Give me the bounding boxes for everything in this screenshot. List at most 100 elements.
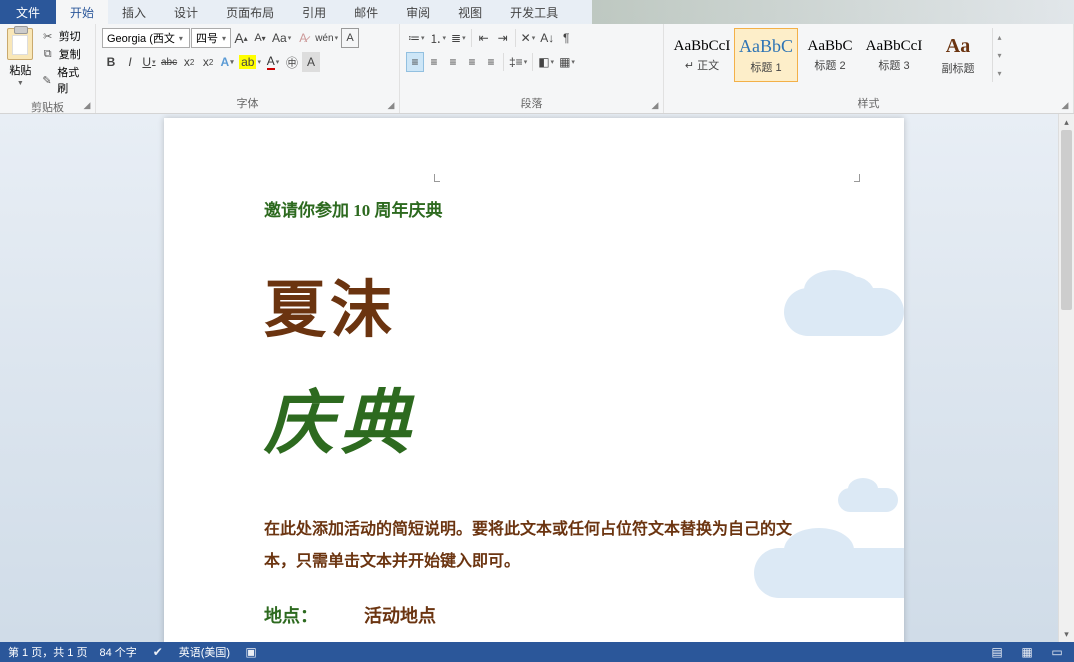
group-label-paragraph: 段落 xyxy=(404,94,659,113)
highlight-button[interactable]: ab xyxy=(237,52,263,72)
doc-invite-line[interactable]: 邀请你参加 10 周年庆典 xyxy=(264,196,804,221)
vertical-scrollbar[interactable]: ▴ ▾ xyxy=(1058,114,1074,642)
group-font: Georgia (西文▾ 四号▾ A▴ A▾ Aa A̷ wén A B I U… xyxy=(96,24,400,113)
paragraph-dialog-launcher[interactable]: ◢ xyxy=(649,99,661,111)
gallery-scroll: ▴ ▾ ▾ xyxy=(992,28,1006,82)
grow-font-button[interactable]: A▴ xyxy=(232,28,250,48)
spellcheck-icon[interactable]: ✔ xyxy=(149,645,167,659)
group-paragraph: ≔ ⒈ ≣ ⇤ ⇥ ✕ A↓ ¶ ≡ ≡ ≡ ≡ ≡ xyxy=(400,24,664,113)
style-heading1[interactable]: AaBbC 标题 1 xyxy=(734,28,798,82)
italic-button[interactable]: I xyxy=(121,52,139,72)
cloud-decor-3 xyxy=(754,548,904,598)
indent-decrease-button[interactable]: ⇤ xyxy=(475,28,493,48)
align-right-button[interactable]: ≡ xyxy=(444,52,462,72)
paste-label: 粘贴 xyxy=(9,62,31,78)
page[interactable]: 邀请你参加 10 周年庆典 夏沫 庆典 在此处添加活动的简短说明。要将此文本或任… xyxy=(164,118,904,642)
align-left-button[interactable]: ≡ xyxy=(406,52,424,72)
clear-format-button[interactable]: A̷ xyxy=(294,28,312,48)
group-styles: AaBbCcI ↵ 正文 AaBbC 标题 1 AaBbC 标题 2 AaBbC… xyxy=(664,24,1074,113)
tab-view[interactable]: 视图 xyxy=(444,0,496,24)
clipboard-icon xyxy=(7,28,33,60)
brush-icon: ✎ xyxy=(41,73,54,87)
gallery-down[interactable]: ▾ xyxy=(993,46,1006,64)
tab-file[interactable]: 文件 xyxy=(0,0,56,24)
subscript-button[interactable]: x2 xyxy=(180,52,198,72)
gallery-up[interactable]: ▴ xyxy=(993,28,1006,46)
scroll-up-icon[interactable]: ▴ xyxy=(1059,114,1074,130)
multilevel-button[interactable]: ≣ xyxy=(449,28,468,48)
tab-mail[interactable]: 邮件 xyxy=(340,0,392,24)
font-size-combo[interactable]: 四号▾ xyxy=(191,28,231,48)
tab-design[interactable]: 设计 xyxy=(160,0,212,24)
view-read-icon[interactable]: ▤ xyxy=(988,645,1006,659)
status-record-icon[interactable]: ▣ xyxy=(242,645,260,659)
tab-insert[interactable]: 插入 xyxy=(108,0,160,24)
margin-marker-left xyxy=(434,174,440,182)
change-case-button[interactable]: Aa xyxy=(270,28,293,48)
font-dialog-launcher[interactable]: ◢ xyxy=(385,99,397,111)
shrink-font-button[interactable]: A▾ xyxy=(251,28,269,48)
sort-button[interactable]: A↓ xyxy=(538,28,556,48)
align-distribute-button[interactable]: ≡ xyxy=(482,52,500,72)
bold-button[interactable]: B xyxy=(102,52,120,72)
style-normal[interactable]: AaBbCcI ↵ 正文 xyxy=(670,28,734,82)
doc-title-2[interactable]: 庆典 xyxy=(264,367,804,468)
status-page[interactable]: 第 1 页，共 1 页 xyxy=(8,644,87,660)
ribbon: 粘贴 ▼ ✂剪切 ⧉复制 ✎格式刷 剪贴板 ◢ Georgia (西文▾ 四号▾… xyxy=(0,24,1074,114)
style-heading2[interactable]: AaBbC 标题 2 xyxy=(798,28,862,82)
style-subtitle[interactable]: Aa 副标题 xyxy=(926,28,990,82)
font-family-combo[interactable]: Georgia (西文▾ xyxy=(102,28,190,48)
copy-icon: ⧉ xyxy=(41,47,55,61)
copy-button[interactable]: ⧉复制 xyxy=(41,46,87,62)
borders-button[interactable]: ▦ xyxy=(557,52,577,72)
menu-tabs: 文件 开始 插入 设计 页面布局 引用 邮件 审阅 视图 开发工具 xyxy=(0,0,1074,24)
char-shading-button[interactable]: A xyxy=(302,52,320,72)
font-color-button[interactable]: A xyxy=(264,52,282,72)
align-center-button[interactable]: ≡ xyxy=(425,52,443,72)
cut-button[interactable]: ✂剪切 xyxy=(41,28,87,44)
cloud-decor-2 xyxy=(838,488,898,512)
document-area: 邀请你参加 10 周年庆典 夏沫 庆典 在此处添加活动的简短说明。要将此文本或任… xyxy=(0,114,1074,642)
doc-row-place[interactable]: 地点： 活动地点 xyxy=(264,602,804,628)
text-effect-button[interactable]: A xyxy=(218,52,236,72)
phonetic-guide-button[interactable]: wén xyxy=(313,28,340,48)
doc-description[interactable]: 在此处添加活动的简短说明。要将此文本或任何占位符文本替换为自己的文本，只需单击文… xyxy=(264,514,804,578)
style-heading3[interactable]: AaBbCcI 标题 3 xyxy=(862,28,926,82)
tab-home[interactable]: 开始 xyxy=(56,0,108,24)
text-direction-button[interactable]: ✕ xyxy=(519,28,538,48)
group-label-styles: 样式 xyxy=(668,94,1069,113)
tab-devtools[interactable]: 开发工具 xyxy=(496,0,572,24)
margin-marker-right xyxy=(854,174,860,182)
clipboard-dialog-launcher[interactable]: ◢ xyxy=(81,99,93,111)
styles-dialog-launcher[interactable]: ◢ xyxy=(1059,99,1071,111)
doc-place-value: 活动地点 xyxy=(364,602,436,628)
shading-button[interactable]: ◧ xyxy=(536,52,556,72)
circled-char-button[interactable]: ㊥ xyxy=(283,52,301,72)
underline-button[interactable]: U xyxy=(140,52,158,72)
scroll-down-icon[interactable]: ▾ xyxy=(1059,626,1074,642)
tab-layout[interactable]: 页面布局 xyxy=(212,0,288,24)
char-border-button[interactable]: A xyxy=(341,28,359,48)
numbering-button[interactable]: ⒈ xyxy=(428,28,449,48)
gallery-more[interactable]: ▾ xyxy=(993,64,1006,82)
paste-button[interactable]: 粘贴 ▼ xyxy=(4,26,37,87)
tab-references[interactable]: 引用 xyxy=(288,0,340,24)
scroll-thumb[interactable] xyxy=(1061,130,1072,310)
cloud-decor-1 xyxy=(784,288,904,336)
format-painter-button[interactable]: ✎格式刷 xyxy=(41,64,87,96)
line-spacing-button[interactable]: ‡≡ xyxy=(507,52,529,72)
status-words[interactable]: 84 个字 xyxy=(99,644,136,660)
bullets-button[interactable]: ≔ xyxy=(406,28,427,48)
indent-increase-button[interactable]: ⇥ xyxy=(494,28,512,48)
group-label-font: 字体 xyxy=(100,94,395,113)
doc-title-1[interactable]: 夏沫 xyxy=(264,259,804,349)
tab-review[interactable]: 审阅 xyxy=(392,0,444,24)
align-justify-button[interactable]: ≡ xyxy=(463,52,481,72)
strike-button[interactable]: abc xyxy=(159,52,179,72)
superscript-button[interactable]: x2 xyxy=(199,52,217,72)
status-lang[interactable]: 英语(美国) xyxy=(179,644,230,660)
view-print-icon[interactable]: ▦ xyxy=(1018,645,1036,659)
status-bar: 第 1 页，共 1 页 84 个字 ✔ 英语(美国) ▣ ▤ ▦ ▭ xyxy=(0,642,1074,662)
view-web-icon[interactable]: ▭ xyxy=(1048,645,1066,659)
show-marks-button[interactable]: ¶ xyxy=(557,28,575,48)
